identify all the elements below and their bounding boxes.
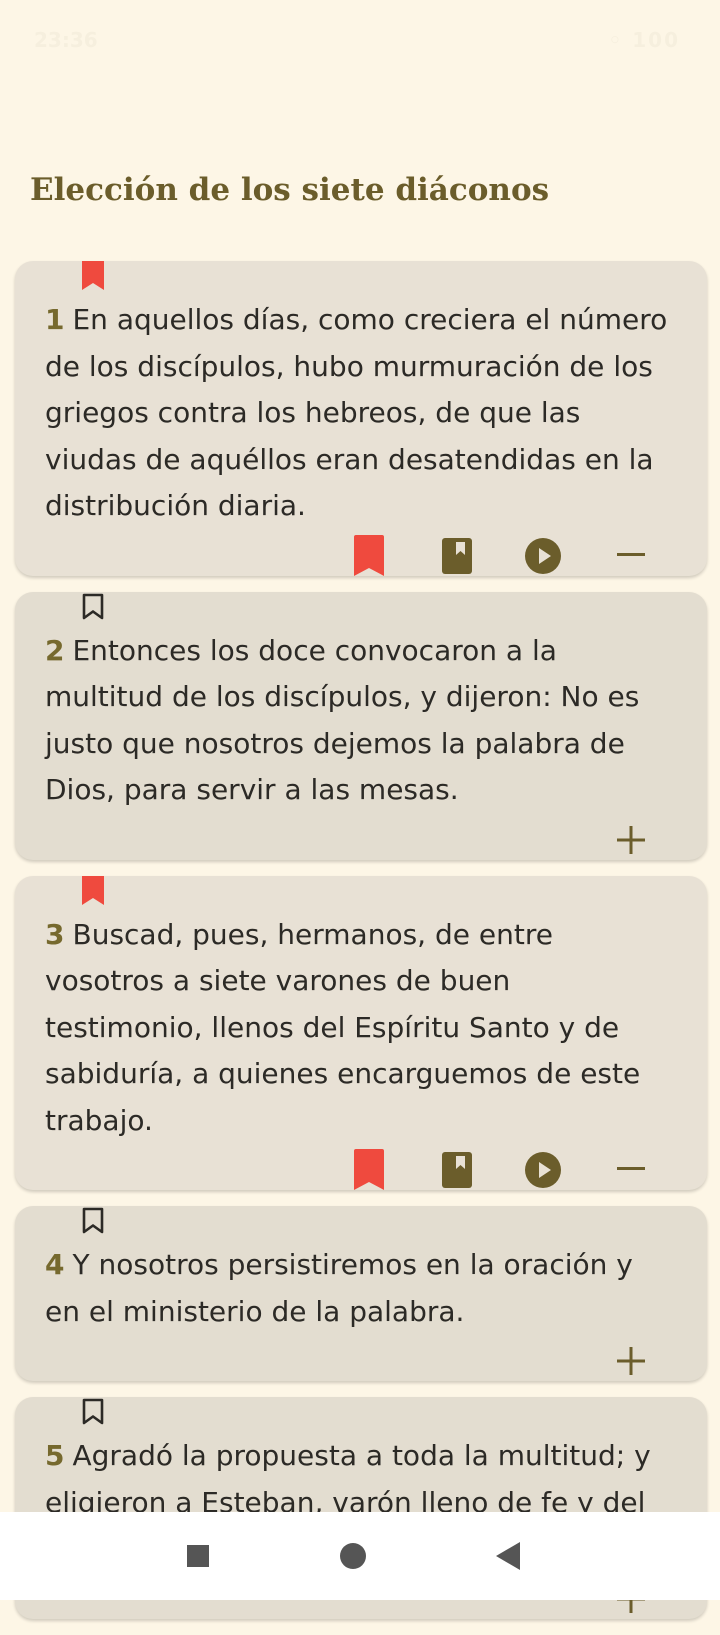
verse-number: 3 [45, 917, 65, 951]
verse-card-4[interactable]: 4Y nosotros persistiremos en la oración … [15, 1206, 707, 1381]
book-note-icon[interactable] [437, 536, 477, 576]
verse-actions [45, 1335, 675, 1381]
verse-text: 1 En aquellos días, como creciera el núme… [45, 297, 675, 530]
verse-card-3[interactable]: 3 Buscad, pues, hermanos, de entre vosotr… [15, 875, 707, 1190]
play-icon[interactable] [523, 1150, 563, 1190]
home-circle-icon[interactable] [331, 1534, 375, 1578]
verse-body: Entonces los doce convocaron a la multit… [45, 633, 640, 807]
verse-actions [45, 1144, 675, 1190]
system-nav-bar [0, 1512, 720, 1600]
section-title: Elección de los siete diáconos [30, 172, 550, 208]
collapse-minus-icon[interactable] [611, 536, 651, 576]
bookmark-icon[interactable] [349, 1149, 389, 1190]
book-note-icon[interactable] [437, 1150, 477, 1190]
verse-actions [45, 814, 675, 860]
expand-plus-icon[interactable] [611, 820, 651, 860]
verse-text: 3 Buscad, pues, hermanos, de entre vosotr… [45, 912, 675, 1145]
collapse-minus-icon[interactable] [611, 1150, 651, 1190]
bookmark-outline-icon[interactable] [81, 1397, 105, 1427]
verse-text: 2 Entonces los doce convocaron a la multi… [45, 628, 675, 814]
verse-number: 4 [45, 1248, 65, 1281]
verse-card-2[interactable]: 2 Entonces los doce convocaron a la multi… [15, 591, 707, 860]
status-icons: ◦ 100 [608, 28, 680, 52]
verse-number: 5 [45, 1439, 65, 1472]
verse-number: 2 [45, 633, 65, 667]
bookmark-outline-icon[interactable] [81, 1206, 105, 1236]
status-bar: 23:36 ◦ 100 [0, 0, 720, 84]
verse-body: En aquellos días, como creciera el númer… [45, 303, 668, 522]
bookmark-filled-icon[interactable] [81, 261, 105, 291]
verse-number: 1 [45, 303, 65, 336]
bookmark-icon[interactable] [349, 534, 389, 576]
verse-card-1[interactable]: 1 En aquellos días, como creciera el núme… [15, 261, 707, 576]
play-icon[interactable] [523, 536, 563, 576]
bookmark-filled-icon[interactable] [81, 875, 105, 906]
verse-list: 1 En aquellos días, como creciera el núme… [15, 261, 707, 1635]
wifi-icon: ◦ [608, 28, 624, 52]
bookmark-outline-icon[interactable] [81, 592, 105, 622]
back-triangle-icon[interactable] [486, 1534, 530, 1578]
expand-plus-icon[interactable] [611, 1341, 651, 1381]
verse-text: 4Y nosotros persistiremos en la oración … [45, 1242, 675, 1335]
status-time: 23:36 [34, 28, 98, 52]
verse-body: Y nosotros persistiremos en la oración y… [45, 1248, 633, 1328]
battery-level: 100 [632, 28, 680, 52]
recents-square-icon[interactable] [176, 1534, 220, 1578]
verse-body: Buscad, pues, hermanos, de entre vosotro… [45, 917, 641, 1137]
verse-actions [45, 530, 675, 576]
